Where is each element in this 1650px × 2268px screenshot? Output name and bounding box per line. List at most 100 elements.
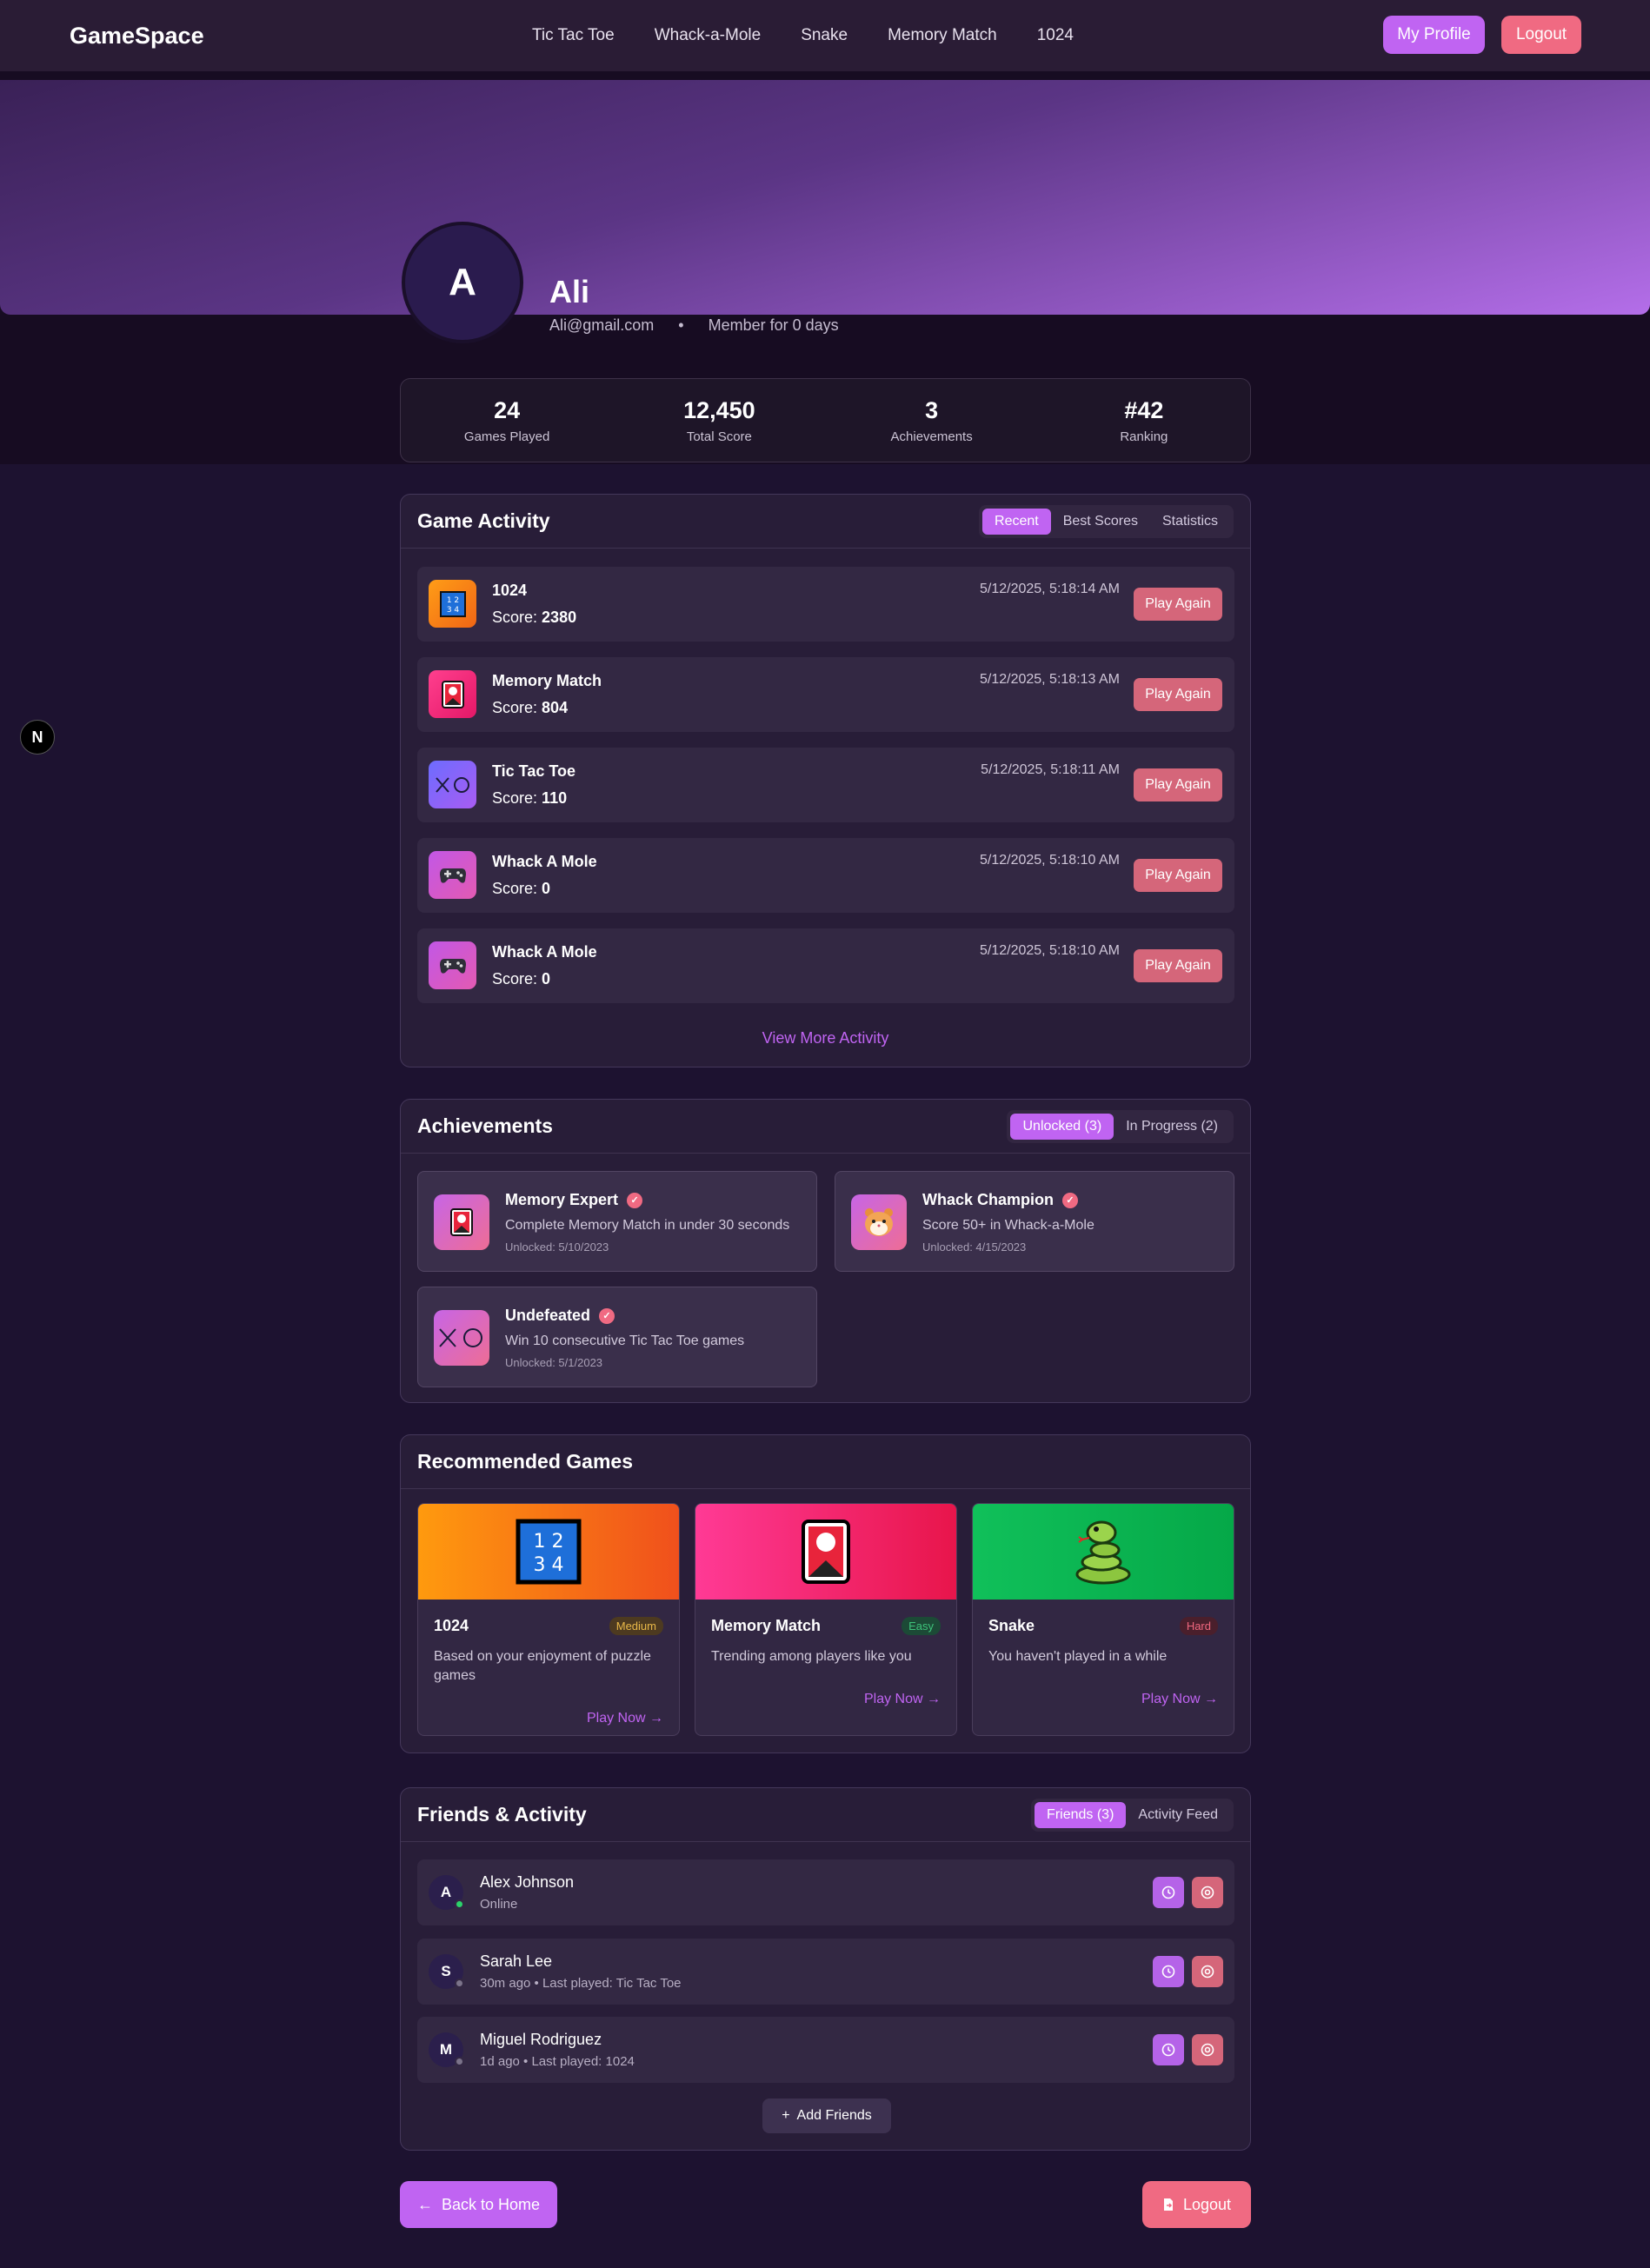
stat-label: Total Score [686, 429, 752, 444]
activity-score: Score: 0 [492, 970, 550, 988]
nav-link-1024[interactable]: 1024 [1037, 26, 1074, 45]
stat-label: Ranking [1120, 429, 1168, 444]
invite-game-button[interactable] [1192, 1956, 1223, 1987]
svg-text:3 4: 3 4 [446, 606, 459, 615]
stat-value: 3 [925, 396, 939, 423]
activity-game-name: Whack A Mole [492, 853, 597, 870]
play-again-button[interactable]: Play Again [1134, 859, 1222, 892]
challenge-button[interactable] [1153, 1956, 1184, 1987]
dev-tools-badge[interactable]: N [20, 720, 55, 755]
invite-game-button[interactable] [1192, 2034, 1223, 2065]
score-label: Score: [492, 699, 538, 716]
stat-achievements: 3 Achievements [826, 379, 1038, 462]
activity-item: Tic Tac Toe Score: 110 5/12/2025, 5:18:1… [417, 748, 1234, 822]
achievement-unlocked-date: Unlocked: 5/10/2023 [505, 1240, 609, 1254]
friends-tabs: Friends (3) Activity Feed [1031, 1798, 1234, 1832]
recommended-game-card[interactable]: Snake Hard You haven't played in a while… [972, 1503, 1234, 1736]
card-title: Achievements [417, 1114, 553, 1137]
svg-text:1 2: 1 2 [446, 596, 458, 605]
friend-name: Alex Johnson [480, 1873, 575, 1891]
activity-score: Score: 2380 [492, 609, 576, 627]
difficulty-badge: Hard [1179, 1617, 1218, 1635]
nav-links: Tic Tac Toe Whack-a-Mole Snake Memory Ma… [532, 0, 1074, 71]
plus-icon: + [782, 2108, 790, 2123]
tab-activity-feed[interactable]: Activity Feed [1126, 1802, 1230, 1828]
play-again-button[interactable]: Play Again [1134, 768, 1222, 801]
meta-separator: • [678, 316, 684, 334]
recommended-game-card[interactable]: 1 23 4 1024 Medium Based on your enjoyme… [417, 1503, 680, 1736]
play-again-button[interactable]: Play Again [1134, 678, 1222, 711]
clock-icon [1161, 1965, 1175, 1979]
hamster-icon [851, 1194, 907, 1250]
achievements-card: Achievements Unlocked (3) In Progress (2… [400, 1099, 1251, 1403]
card-header: Friends & Activity Friends (3) Activity … [401, 1788, 1250, 1842]
achievement-title-row: Undefeated ✓ [505, 1307, 615, 1325]
achievement-desc: Complete Memory Match in under 30 second… [505, 1218, 790, 1233]
activity-item: Memory Match Score: 804 5/12/2025, 5:18:… [417, 657, 1234, 732]
app-logo[interactable]: GameSpace [70, 23, 204, 50]
offline-status-dot [455, 1979, 464, 1988]
recommended-game-name: Memory Match [711, 1617, 822, 1634]
recommended-game-card[interactable]: Memory Match Easy Trending among players… [695, 1503, 957, 1736]
nav-link-whack-a-mole[interactable]: Whack-a-Mole [655, 26, 761, 45]
game-activity-card: Game Activity Recent Best Scores Statist… [400, 494, 1251, 1067]
activity-item: Whack A Mole Score: 0 5/12/2025, 5:18:10… [417, 928, 1234, 1003]
tab-unlocked[interactable]: Unlocked (3) [1010, 1113, 1114, 1140]
back-label: Back to Home [441, 2195, 541, 2213]
invite-game-button[interactable] [1192, 1877, 1223, 1908]
recommended-game-name: Snake [988, 1617, 1035, 1634]
recommended-games-card: Recommended Games 1 23 4 1024 Medium Bas… [400, 1434, 1251, 1753]
avatar: A [402, 222, 523, 343]
tab-friends[interactable]: Friends (3) [1035, 1801, 1127, 1828]
activity-score: Score: 804 [492, 699, 568, 717]
stats-bar: 24 Games Played 12,450 Total Score 3 Achiev… [400, 378, 1251, 462]
friend-avatar: A [429, 1875, 464, 1910]
tab-best-scores[interactable]: Best Scores [1051, 509, 1150, 535]
online-status-dot [455, 1899, 464, 1909]
tab-in-progress[interactable]: In Progress (2) [1114, 1114, 1230, 1140]
play-now-link[interactable]: Play Now → [864, 1692, 941, 1707]
stat-total-score: 12,450 Total Score [613, 379, 825, 462]
target-icon [1201, 1965, 1214, 1979]
friend-status: 1d ago • Last played: 1024 [480, 2054, 635, 2069]
arrow-right-icon: → [649, 1711, 663, 1726]
logout-icon [1163, 2198, 1173, 2211]
play-again-button[interactable]: Play Again [1134, 588, 1222, 621]
challenge-button[interactable] [1153, 1877, 1184, 1908]
stat-value: 24 [494, 396, 521, 423]
recommended-game-name: 1024 [434, 1617, 469, 1634]
number-tiles-icon: 1 23 4 [429, 580, 476, 628]
difficulty-badge: Medium [609, 1617, 663, 1635]
play-now-link[interactable]: Play Now → [1141, 1692, 1218, 1707]
activity-score: Score: 110 [492, 789, 567, 808]
card-icon [434, 1194, 489, 1250]
play-again-button[interactable]: Play Again [1134, 949, 1222, 982]
my-profile-button[interactable]: My Profile [1383, 16, 1485, 54]
challenge-button[interactable] [1153, 2034, 1184, 2065]
achievement-desc: Score 50+ in Whack-a-Mole [922, 1218, 1094, 1233]
card-title: Game Activity [417, 509, 550, 532]
add-friends-button[interactable]: + Add Friends [762, 2098, 891, 2133]
nav-link-tic-tac-toe[interactable]: Tic Tac Toe [532, 26, 615, 45]
tab-statistics[interactable]: Statistics [1150, 509, 1230, 535]
score-value: 804 [542, 699, 569, 716]
svg-text:3 4: 3 4 [534, 1554, 564, 1576]
view-more-activity-link[interactable]: View More Activity [401, 1029, 1250, 1048]
logout-button-bottom[interactable]: Logout [1142, 2181, 1251, 2228]
friends-card: Friends & Activity Friends (3) Activity … [400, 1787, 1251, 2151]
tab-recent[interactable]: Recent [982, 508, 1051, 535]
play-now-link[interactable]: Play Now → [587, 1711, 663, 1726]
nav-link-memory-match[interactable]: Memory Match [888, 26, 997, 45]
score-label: Score: [492, 609, 538, 626]
check-badge-icon: ✓ [1062, 1192, 1079, 1208]
profile-meta: Ali@gmail.com • Member for 0 days [549, 316, 839, 335]
friend-avatar: M [429, 2032, 464, 2067]
nav-link-snake[interactable]: Snake [801, 26, 848, 45]
back-to-home-button[interactable]: ← Back to Home [400, 2181, 557, 2228]
friend-status: 30m ago • Last played: Tic Tac Toe [480, 1976, 682, 1991]
logout-button-top[interactable]: Logout [1501, 16, 1581, 54]
score-label: Score: [492, 880, 538, 897]
activity-game-name: Memory Match [492, 672, 602, 689]
activity-game-name: 1024 [492, 582, 528, 599]
activity-tabs: Recent Best Scores Statistics [979, 504, 1234, 538]
